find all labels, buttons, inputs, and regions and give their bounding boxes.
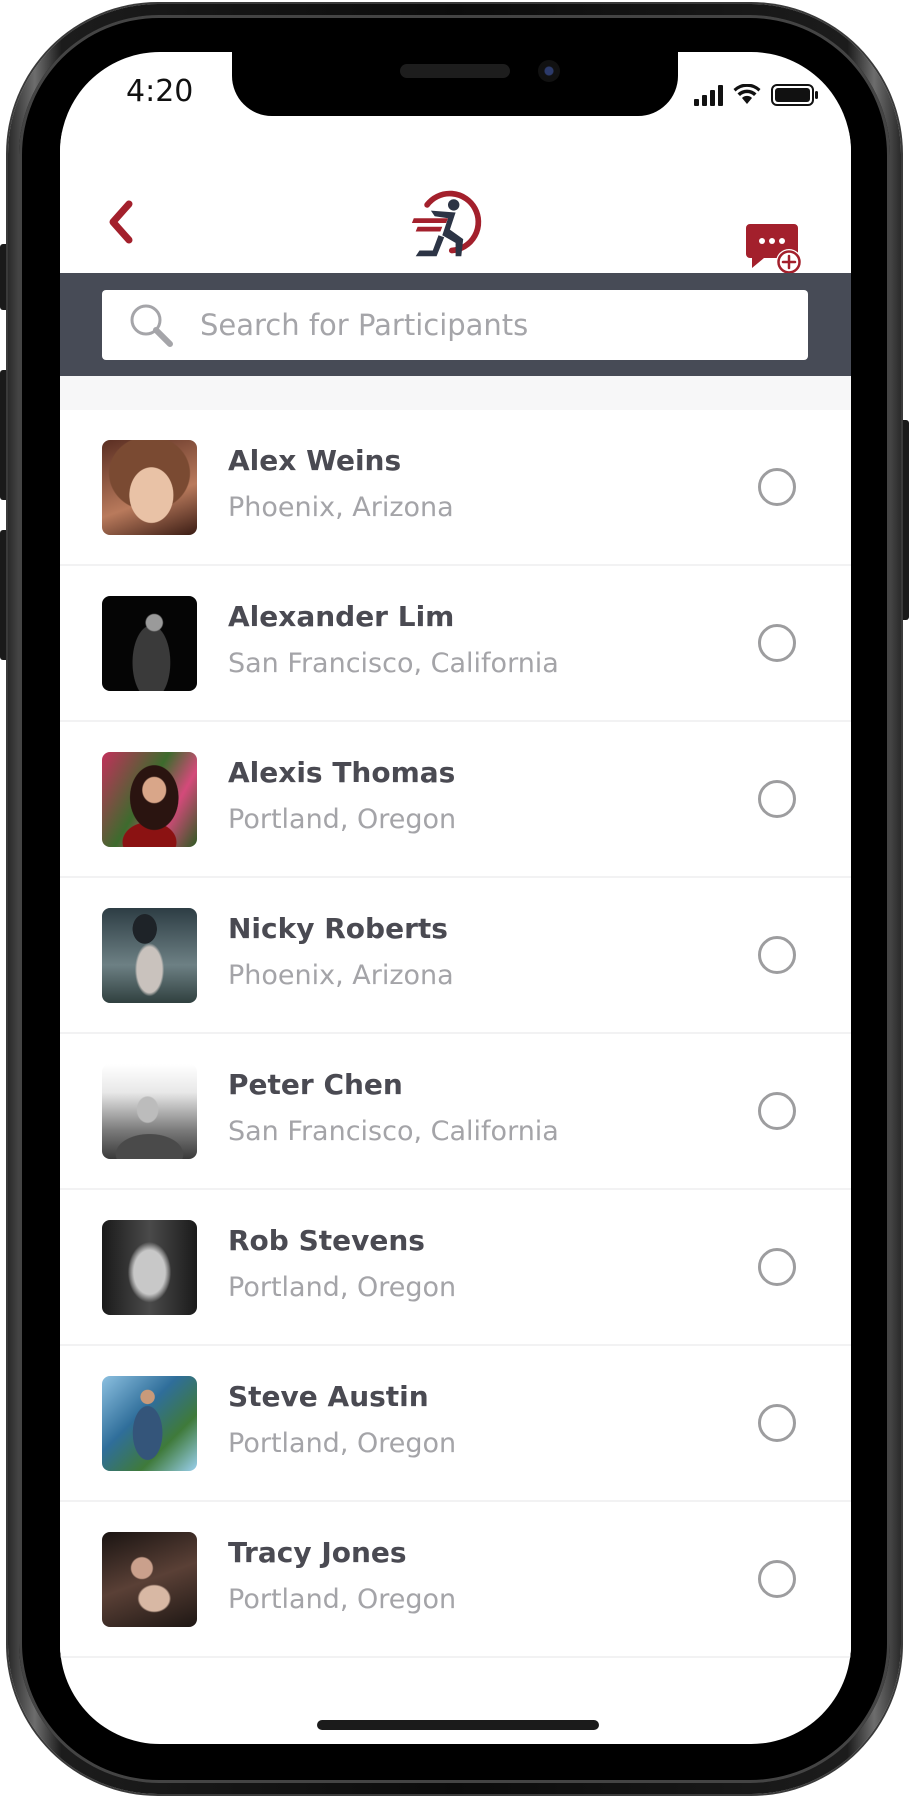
home-indicator (317, 1720, 599, 1730)
search-icon (130, 304, 173, 347)
avatar (102, 596, 197, 691)
avatar (102, 1220, 197, 1315)
select-radio[interactable] (758, 936, 796, 974)
participant-location: San Francisco, California (228, 1116, 559, 1147)
avatar (102, 752, 197, 847)
avatar (102, 1532, 197, 1627)
search-bar (60, 273, 851, 376)
cellular-signal-icon (694, 84, 723, 106)
participant-list: Alex Weins Phoenix, Arizona Alexander Li… (60, 376, 851, 1658)
avatar (102, 1376, 197, 1471)
select-radio[interactable] (758, 624, 796, 662)
list-item[interactable]: Tracy Jones Portland, Oregon (60, 1502, 851, 1658)
status-time: 4:20 (126, 74, 194, 109)
select-radio[interactable] (758, 1092, 796, 1130)
select-radio[interactable] (758, 1560, 796, 1598)
participant-location: San Francisco, California (228, 648, 559, 679)
participant-name: Tracy Jones (228, 1536, 407, 1569)
select-radio[interactable] (758, 468, 796, 506)
participant-name: Alexander Lim (228, 600, 455, 633)
runner-logo (411, 190, 482, 257)
participant-name: Alex Weins (228, 444, 402, 477)
participant-name: Nicky Roberts (228, 912, 448, 945)
avatar (102, 440, 197, 535)
participant-location: Portland, Oregon (228, 1272, 457, 1303)
avatar (102, 1064, 197, 1159)
participant-name: Peter Chen (228, 1068, 403, 1101)
participant-location: Phoenix, Arizona (228, 492, 454, 523)
select-radio[interactable] (758, 1248, 796, 1286)
select-radio[interactable] (758, 780, 796, 818)
status-icons (694, 80, 819, 106)
search-input[interactable] (198, 307, 782, 343)
speaker-grille (400, 64, 510, 78)
app-header (60, 132, 851, 275)
participant-location: Portland, Oregon (228, 804, 457, 835)
participant-name: Alexis Thomas (228, 756, 456, 789)
battery-icon (771, 84, 818, 106)
list-item[interactable]: Rob Stevens Portland, Oregon (60, 1190, 851, 1346)
participant-name: Rob Stevens (228, 1224, 425, 1257)
front-camera (538, 60, 560, 82)
list-item[interactable]: Steve Austin Portland, Oregon (60, 1346, 851, 1502)
avatar (102, 908, 197, 1003)
participant-location: Phoenix, Arizona (228, 960, 454, 991)
list-item[interactable]: Alexis Thomas Portland, Oregon (60, 722, 851, 878)
list-item[interactable]: Alex Weins Phoenix, Arizona (60, 410, 851, 566)
select-radio[interactable] (758, 1404, 796, 1442)
list-item[interactable]: Alexander Lim San Francisco, California (60, 566, 851, 722)
participant-location: Portland, Oregon (228, 1428, 457, 1459)
participant-location: Portland, Oregon (228, 1584, 457, 1615)
wifi-icon (733, 84, 761, 104)
back-button[interactable] (100, 192, 140, 252)
app-screen: 4:20 Search for Participants Alex Weins … (60, 52, 851, 1744)
chevron-left-icon (109, 200, 133, 244)
list-item[interactable]: Nicky Roberts Phoenix, Arizona (60, 878, 851, 1034)
search-box[interactable] (102, 290, 808, 360)
notch (232, 52, 678, 116)
list-item[interactable]: Peter Chen San Francisco, California (60, 1034, 851, 1190)
participant-name: Steve Austin (228, 1380, 429, 1413)
